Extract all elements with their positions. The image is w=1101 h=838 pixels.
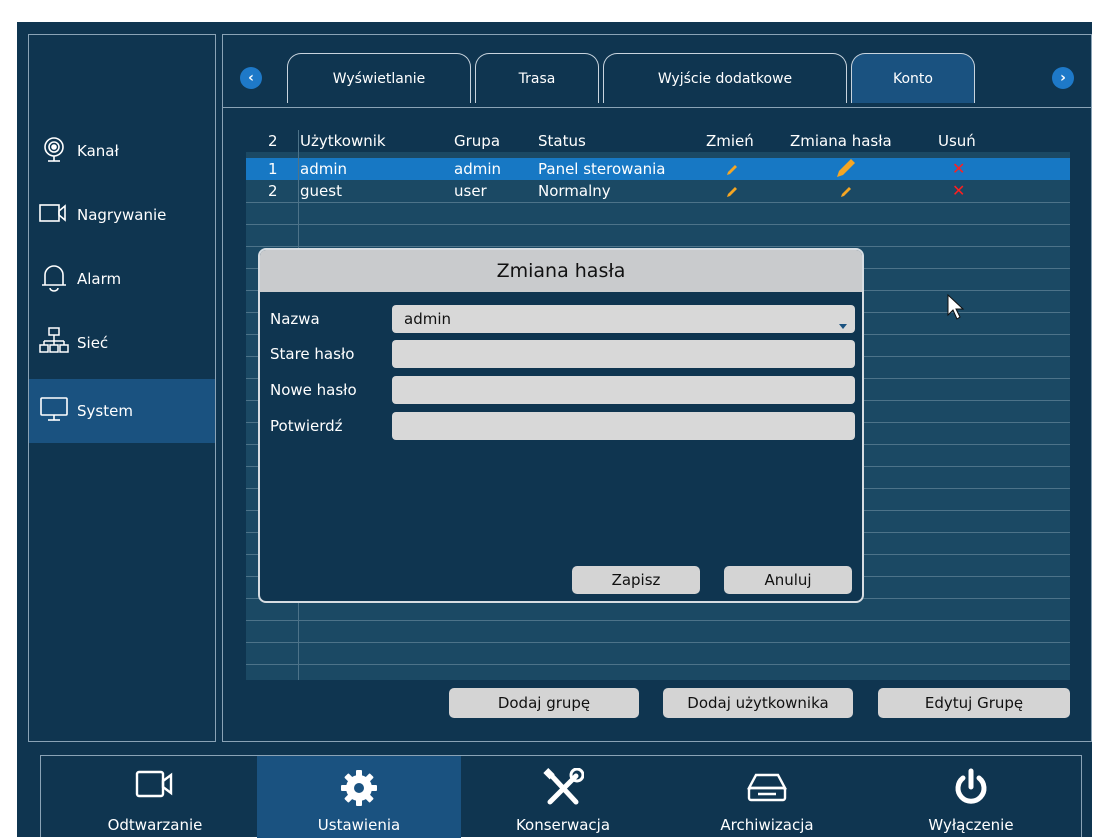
video-camera-icon xyxy=(39,201,77,229)
tab-bar: ‹ Wyświetlanie Trasa Wyjście dodatkowe K… xyxy=(223,35,1091,107)
row-divider xyxy=(246,224,1070,225)
row-divider xyxy=(246,642,1070,643)
bottom-item-label: Ustawienia xyxy=(317,816,401,834)
sidebar-item-label: Sieć xyxy=(77,334,109,352)
table-row[interactable]: 1 admin admin Panel sterowania ✕ xyxy=(246,158,1070,180)
bottom-item-archiwizacja[interactable]: Archiwizacja xyxy=(665,756,869,838)
chevron-right-icon: › xyxy=(1060,70,1066,86)
camera-lens-icon xyxy=(39,134,77,168)
dropdown-arrow-icon xyxy=(839,316,847,334)
sidebar-item-alarm[interactable]: Alarm xyxy=(29,247,215,311)
row-group: user xyxy=(454,182,487,200)
edit-pencil-icon[interactable] xyxy=(726,162,738,180)
sidebar-item-kanal[interactable]: Kanał xyxy=(29,119,215,183)
bottom-item-odtwarzanie[interactable]: Odtwarzanie xyxy=(53,756,257,838)
header-change-password: Zmiana hasła xyxy=(790,132,892,150)
header-count: 2 xyxy=(268,132,278,150)
network-icon xyxy=(39,326,77,360)
tab-divider xyxy=(223,107,1091,108)
bottom-item-ustawienia[interactable]: Ustawienia xyxy=(257,756,461,838)
change-password-pencil-icon[interactable] xyxy=(840,184,852,202)
bottom-item-wylaczenie[interactable]: Wyłączenie xyxy=(869,756,1073,838)
tab-trasa[interactable]: Trasa xyxy=(475,53,599,103)
delete-icon[interactable]: ✕ xyxy=(952,181,965,200)
bell-icon xyxy=(39,261,77,297)
tab-label: Wyświetlanie xyxy=(332,70,426,87)
row-divider xyxy=(246,620,1070,621)
sidebar-item-label: Nagrywanie xyxy=(77,206,167,224)
row-user: admin xyxy=(300,160,347,178)
bottom-item-konserwacja[interactable]: Konserwacja xyxy=(461,756,665,838)
mouse-cursor-icon xyxy=(947,293,965,324)
tab-label: Konto xyxy=(893,70,933,87)
bottom-item-label: Odtwarzanie xyxy=(107,816,203,834)
row-status: Normalny xyxy=(538,182,611,200)
tools-icon xyxy=(542,767,585,812)
table-header: 2 Użytkownik Grupa Status Zmień Zmiana h… xyxy=(246,130,1070,152)
drive-icon xyxy=(746,772,788,808)
header-delete: Usuń xyxy=(938,132,976,150)
row-user: guest xyxy=(300,182,342,200)
dialog-title: Zmiana hasła xyxy=(260,250,862,292)
cancel-button[interactable]: Anuluj xyxy=(724,566,852,594)
row-divider xyxy=(246,664,1070,665)
chevron-left-icon: ‹ xyxy=(248,70,254,86)
save-button[interactable]: Zapisz xyxy=(572,566,700,594)
row-divider xyxy=(246,246,1070,247)
sidebar-item-label: System xyxy=(77,402,133,420)
tab-label: Trasa xyxy=(518,70,556,87)
old-password-field[interactable] xyxy=(392,340,855,368)
add-group-button[interactable]: Dodaj grupę xyxy=(449,688,639,718)
gear-icon xyxy=(339,768,379,812)
tab-wyswietlanie[interactable]: Wyświetlanie xyxy=(287,53,471,103)
new-password-field[interactable] xyxy=(392,376,855,404)
tab-konto[interactable]: Konto xyxy=(851,53,975,103)
delete-icon[interactable]: ✕ xyxy=(952,159,965,178)
add-user-button[interactable]: Dodaj użytkownika xyxy=(663,688,853,718)
table-row[interactable]: 2 guest user Normalny ✕ xyxy=(246,180,1070,202)
name-select[interactable]: admin xyxy=(392,305,855,333)
tab-prev-button[interactable]: ‹ xyxy=(240,67,262,89)
sidebar-item-label: Kanał xyxy=(77,142,119,160)
sidebar: Kanał Nagrywanie Alarm Sieć System xyxy=(28,34,216,742)
change-password-dialog: Zmiana hasła Nazwa admin Stare hasło Now… xyxy=(258,248,864,603)
change-password-pencil-icon[interactable] xyxy=(836,158,856,182)
header-edit: Zmień xyxy=(706,132,754,150)
power-icon xyxy=(951,768,991,812)
confirm-password-field[interactable] xyxy=(392,412,855,440)
bottom-bar: Odtwarzanie Ustawienia Konserwacja Archi… xyxy=(40,755,1082,838)
header-group: Grupa xyxy=(454,132,501,150)
bottom-item-label: Wyłączenie xyxy=(928,816,1014,834)
name-select-value: admin xyxy=(404,310,451,328)
old-password-label: Stare hasło xyxy=(270,345,355,363)
sidebar-item-label: Alarm xyxy=(77,270,122,288)
tab-label: Wyjście dodatkowe xyxy=(657,70,793,87)
playback-camera-icon xyxy=(135,768,175,804)
row-number: 1 xyxy=(268,160,278,178)
row-divider xyxy=(246,202,1070,203)
tab-next-button[interactable]: › xyxy=(1052,67,1074,89)
header-status: Status xyxy=(538,132,586,150)
bottom-item-label: Archiwizacja xyxy=(720,816,814,834)
edit-pencil-icon[interactable] xyxy=(726,184,738,202)
sidebar-item-nagrywanie[interactable]: Nagrywanie xyxy=(29,183,215,247)
row-group: admin xyxy=(454,160,501,178)
sidebar-item-siec[interactable]: Sieć xyxy=(29,311,215,375)
sidebar-item-system[interactable]: System xyxy=(29,379,215,443)
header-user: Użytkownik xyxy=(300,132,386,150)
row-status: Panel sterowania xyxy=(538,160,666,178)
edit-group-button[interactable]: Edytuj Grupę xyxy=(878,688,1070,718)
bottom-item-label: Konserwacja xyxy=(515,816,611,834)
confirm-password-label: Potwierdź xyxy=(270,417,343,435)
tab-wyjscie-dodatkowe[interactable]: Wyjście dodatkowe xyxy=(603,53,847,103)
monitor-icon xyxy=(39,395,77,427)
new-password-label: Nowe hasło xyxy=(270,381,357,399)
row-number: 2 xyxy=(268,182,278,200)
name-label: Nazwa xyxy=(270,310,320,328)
